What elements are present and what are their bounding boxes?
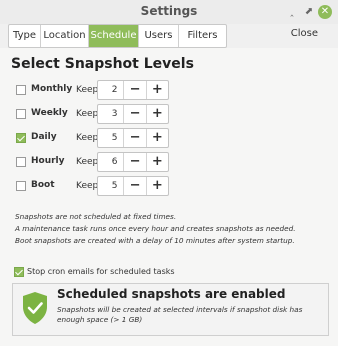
decrement-button[interactable]: − bbox=[123, 153, 145, 171]
tab-bar: Type Location Schedule Users Filters bbox=[8, 24, 227, 48]
keep-value-input[interactable]: 5 bbox=[100, 129, 123, 147]
close-window-icon[interactable]: ✕ bbox=[318, 5, 332, 19]
level-label: Boot bbox=[31, 180, 55, 190]
increment-button[interactable]: + bbox=[145, 177, 168, 195]
increment-button[interactable]: + bbox=[145, 129, 168, 147]
level-row-hourly: Hourly Keep 6 − + bbox=[0, 152, 338, 174]
keep-value-input[interactable]: 2 bbox=[100, 81, 123, 99]
close-button[interactable]: Close bbox=[291, 28, 318, 39]
level-row-daily: Daily Keep 5 − + bbox=[0, 128, 338, 150]
keep-label: Keep bbox=[76, 85, 99, 95]
level-label: Hourly bbox=[31, 156, 65, 166]
monthly-checkbox[interactable] bbox=[16, 85, 26, 95]
cron-label: Stop cron emails for scheduled tasks bbox=[27, 267, 175, 276]
status-title: Scheduled snapshots are enabled bbox=[57, 287, 286, 301]
hourly-keep-stepper: 6 − + bbox=[97, 152, 169, 172]
minimize-icon[interactable]: ‸ bbox=[285, 5, 299, 19]
boot-keep-stepper: 5 − + bbox=[97, 176, 169, 196]
decrement-button[interactable]: − bbox=[123, 105, 145, 123]
maximize-icon[interactable]: ⬈ bbox=[302, 5, 316, 19]
toolbar: Type Location Schedule Users Filters Clo… bbox=[0, 24, 338, 48]
level-label: Monthly bbox=[31, 84, 73, 94]
title-bar: Settings ‸ ⬈ ✕ bbox=[0, 0, 338, 25]
boot-checkbox[interactable] bbox=[16, 181, 26, 191]
daily-keep-stepper: 5 − + bbox=[97, 128, 169, 148]
decrement-button[interactable]: − bbox=[123, 81, 145, 99]
keep-label: Keep bbox=[76, 109, 99, 119]
cron-option: Stop cron emails for scheduled tasks bbox=[0, 266, 338, 280]
status-box: Scheduled snapshots are enabled Snapshot… bbox=[12, 283, 329, 336]
decrement-button[interactable]: − bbox=[123, 129, 145, 147]
keep-label: Keep bbox=[76, 133, 99, 143]
level-row-boot: Boot Keep 5 − + bbox=[0, 176, 338, 198]
daily-checkbox[interactable] bbox=[16, 133, 26, 143]
tab-filters[interactable]: Filters bbox=[179, 25, 226, 47]
monthly-keep-stepper: 2 − + bbox=[97, 80, 169, 100]
keep-value-input[interactable]: 5 bbox=[100, 177, 123, 195]
weekly-keep-stepper: 3 − + bbox=[97, 104, 169, 124]
stop-cron-emails-checkbox[interactable] bbox=[14, 267, 24, 277]
shield-check-icon bbox=[23, 292, 47, 324]
schedule-note: Boot snapshots are created with a delay … bbox=[15, 236, 295, 245]
keep-label: Keep bbox=[76, 157, 99, 167]
section-heading: Select Snapshot Levels bbox=[11, 56, 194, 72]
level-row-weekly: Weekly Keep 3 − + bbox=[0, 104, 338, 126]
decrement-button[interactable]: − bbox=[123, 177, 145, 195]
keep-value-input[interactable]: 3 bbox=[100, 105, 123, 123]
tab-location[interactable]: Location bbox=[41, 25, 89, 47]
increment-button[interactable]: + bbox=[145, 81, 168, 99]
tab-users[interactable]: Users bbox=[139, 25, 179, 47]
tab-type[interactable]: Type bbox=[9, 25, 41, 47]
keep-label: Keep bbox=[76, 181, 99, 191]
status-text: Snapshots will be created at selected in… bbox=[57, 305, 303, 324]
keep-value-input[interactable]: 6 bbox=[100, 153, 123, 171]
level-label: Weekly bbox=[31, 108, 68, 118]
weekly-checkbox[interactable] bbox=[16, 109, 26, 119]
level-label: Daily bbox=[31, 132, 57, 142]
increment-button[interactable]: + bbox=[145, 153, 168, 171]
schedule-note: Snapshots are not scheduled at fixed tim… bbox=[15, 212, 177, 221]
schedule-note: A maintenance task runs once every hour … bbox=[15, 224, 296, 233]
hourly-checkbox[interactable] bbox=[16, 157, 26, 167]
increment-button[interactable]: + bbox=[145, 105, 168, 123]
tab-schedule[interactable]: Schedule bbox=[89, 25, 139, 47]
level-row-monthly: Monthly Keep 2 − + bbox=[0, 80, 338, 102]
